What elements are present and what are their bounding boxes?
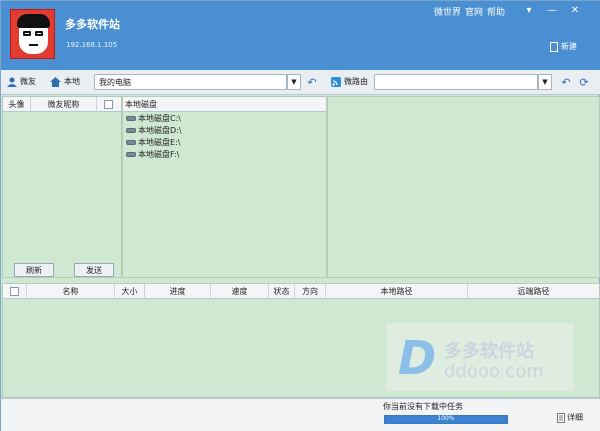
local-path-dropdown-icon[interactable]: ▼ <box>287 74 301 90</box>
avatar[interactable] <box>10 9 55 59</box>
router-path-dropdown-icon[interactable]: ▼ <box>538 74 552 90</box>
send-button[interactable]: 发送 <box>74 263 114 277</box>
local-button[interactable]: 本地 <box>50 76 80 87</box>
list-item[interactable]: 本地磁盘C:\ <box>126 112 182 124</box>
avatar-eye-left <box>23 31 31 36</box>
details-label: 详细 <box>567 413 583 422</box>
list-item[interactable]: 本地磁盘D:\ <box>126 124 182 136</box>
col-name[interactable]: 名称 <box>27 283 115 299</box>
new-doc-icon <box>550 41 558 52</box>
watermark-domain: ddooo.com <box>444 361 544 382</box>
avatar-eye-right <box>35 31 43 36</box>
select-all-tasks[interactable] <box>3 283 27 299</box>
tasks-header: 名称 大小 进度 速度 状态 方向 本地路径 远端路径 <box>3 283 599 299</box>
friends-label: 微友 <box>20 77 36 86</box>
col-speed[interactable]: 速度 <box>211 283 269 299</box>
select-all-friends[interactable] <box>97 97 119 112</box>
watermark-letter: D <box>398 331 437 385</box>
select-all-checkbox[interactable] <box>103 99 113 109</box>
router-back-icon[interactable]: ↶ <box>559 75 573 89</box>
drive-label: 本地磁盘C:\ <box>138 113 181 123</box>
watermark-logo: D 多多软件站 ddooo.com <box>386 323 574 391</box>
col-nickname[interactable]: 微友昵称 <box>31 96 97 112</box>
friends-list-header: 头像 微友昵称 <box>3 96 121 112</box>
link-help[interactable]: 帮助 <box>487 5 505 18</box>
new-button[interactable]: 新建 <box>550 41 577 52</box>
list-item[interactable]: 本地磁盘F:\ <box>126 148 182 160</box>
col-status[interactable]: 状态 <box>269 283 295 299</box>
friends-button[interactable]: 微友 <box>7 76 36 87</box>
back-icon[interactable]: ↶ <box>305 75 319 89</box>
local-label: 本地 <box>64 77 80 86</box>
drive-label: 本地磁盘E:\ <box>138 137 181 147</box>
ip-address: 192.168.1.105 <box>66 41 118 49</box>
new-button-label: 新建 <box>561 42 577 51</box>
local-disk-pane: 本地磁盘 本地磁盘C:\ 本地磁盘D:\ 本地磁盘E:\ 本地磁盘F:\ <box>122 96 327 278</box>
drive-label: 本地磁盘F:\ <box>138 149 180 159</box>
col-direction[interactable]: 方向 <box>295 283 326 299</box>
local-path-select[interactable]: 我的电脑 <box>94 74 287 90</box>
col-avatar[interactable]: 头像 <box>3 96 31 112</box>
drive-list: 本地磁盘C:\ 本地磁盘D:\ 本地磁盘E:\ 本地磁盘F:\ <box>126 112 182 160</box>
refresh-icon[interactable]: ⟳ <box>577 75 591 89</box>
hard-drive-icon <box>126 151 136 157</box>
col-remote-path[interactable]: 远端路径 <box>468 284 599 299</box>
watermark-title: 多多软件站 <box>444 341 534 362</box>
router-pane <box>327 96 600 278</box>
avatar-hair <box>17 14 50 28</box>
top-links: 微世界 官网 帮助 <box>434 5 505 18</box>
progress-bar: 100% <box>384 415 508 424</box>
friends-pane: 头像 微友昵称 刷新 发送 <box>2 96 122 278</box>
drive-label: 本地磁盘D:\ <box>138 125 182 135</box>
refresh-button[interactable]: 刷新 <box>14 263 54 277</box>
close-icon[interactable]: ✕ <box>564 1 586 19</box>
toolbar: 微友 本地 我的电脑 ▼ ↶ 微路由 ▼ ↶ ⟳ <box>1 70 600 95</box>
link-world[interactable]: 微世界 <box>434 5 461 18</box>
col-local-path[interactable]: 本地路径 <box>326 283 468 299</box>
col-size[interactable]: 大小 <box>115 283 145 299</box>
router-button[interactable]: 微路由 <box>331 76 368 87</box>
status-bar: 你当前没有下载中任务 100% 详细 <box>1 398 600 431</box>
col-progress[interactable]: 进度 <box>145 283 211 299</box>
status-message: 你当前没有下载中任务 <box>383 402 463 411</box>
list-item[interactable]: 本地磁盘E:\ <box>126 136 182 148</box>
minimize-icon[interactable]: — <box>541 1 563 19</box>
select-all-tasks-checkbox[interactable] <box>10 286 19 296</box>
link-official[interactable]: 官网 <box>465 5 483 18</box>
progress-label: 100% <box>437 415 455 422</box>
rss-icon <box>331 76 341 87</box>
details-button[interactable]: 详细 <box>557 412 583 423</box>
title-bar: 多多软件站 192.168.1.105 微世界 官网 帮助 ▾ — ✕ 新建 <box>1 1 600 70</box>
hard-drive-icon <box>126 127 136 133</box>
router-label: 微路由 <box>344 77 368 86</box>
menu-dropdown-icon[interactable]: ▾ <box>518 1 540 19</box>
hard-drive-icon <box>126 139 136 145</box>
home-icon <box>50 76 61 87</box>
hard-drive-icon <box>126 115 136 121</box>
app-title: 多多软件站 <box>65 18 120 31</box>
app-window: 多多软件站 192.168.1.105 微世界 官网 帮助 ▾ — ✕ 新建 微… <box>0 0 600 431</box>
user-icon <box>7 77 17 87</box>
router-path-select[interactable] <box>374 74 538 90</box>
disk-list-header: 本地磁盘 <box>123 97 326 112</box>
document-icon <box>557 412 565 423</box>
avatar-mouth <box>29 44 38 46</box>
